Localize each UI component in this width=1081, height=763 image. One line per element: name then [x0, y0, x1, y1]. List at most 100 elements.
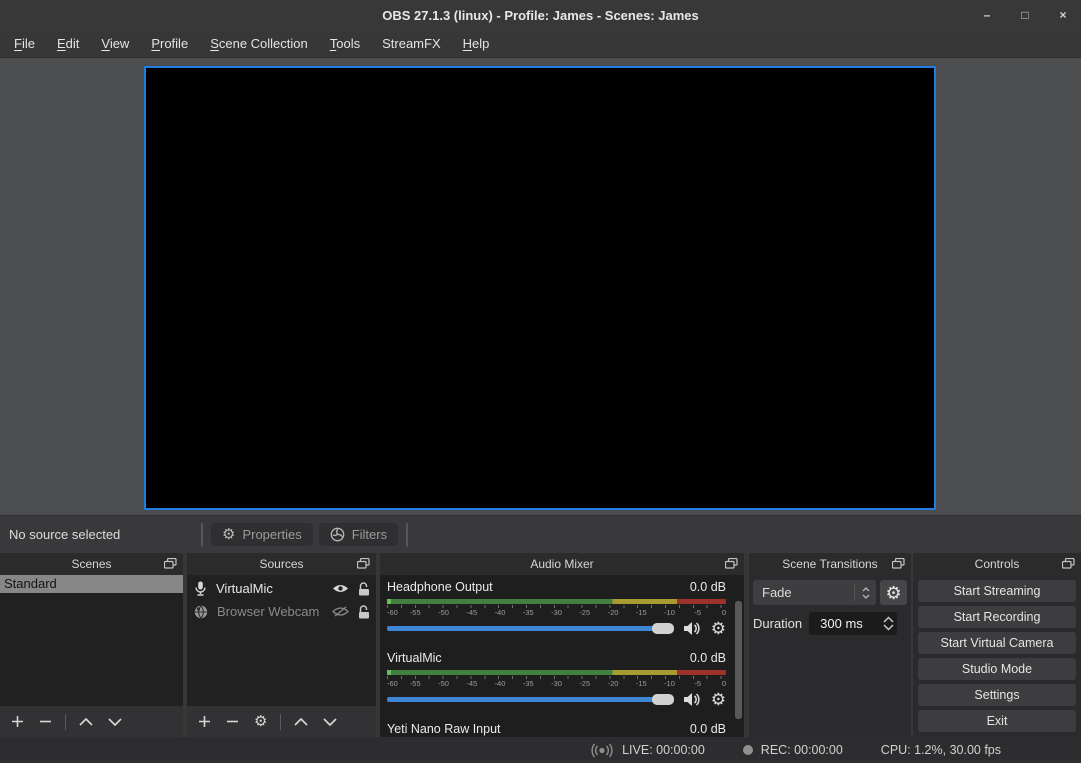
record-dot-icon [743, 745, 753, 755]
lock-open-icon[interactable] [358, 582, 370, 596]
move-scene-down-icon[interactable] [108, 718, 122, 726]
channel-gear-icon[interactable]: ⚙ [711, 691, 726, 708]
mixer-channel: Yeti Nano Raw Input 0.0 dB -60-55-50-45-… [387, 722, 726, 737]
broadcast-icon [590, 743, 614, 758]
meter-tick-label: -15 [636, 608, 647, 617]
add-scene-icon[interactable] [11, 715, 24, 728]
channel-name: Headphone Output [387, 580, 493, 597]
meter-tick-label: -50 [438, 608, 449, 617]
meter-tick-label: -55 [410, 679, 421, 688]
volume-slider[interactable] [387, 697, 674, 702]
remove-scene-icon[interactable] [39, 715, 52, 728]
control-button[interactable]: Start Streaming [918, 580, 1076, 602]
maximize-button[interactable]: □ [1017, 8, 1033, 22]
scenes-dock-header: Scenes [0, 553, 183, 575]
move-source-down-icon[interactable] [323, 718, 337, 726]
source-name: Browser Webcam [217, 604, 323, 619]
docks-area: Scenes Standard Sources [0, 553, 1081, 737]
globe-icon [194, 605, 208, 619]
lock-open-icon[interactable] [358, 605, 370, 619]
preview-canvas[interactable] [144, 66, 936, 510]
control-button[interactable]: Settings [918, 684, 1076, 706]
meter-tick-label: -55 [410, 608, 421, 617]
source-row[interactable]: VirtualMic [187, 577, 376, 600]
channel-level: 0.0 dB [690, 722, 726, 737]
toolbar-separator [65, 714, 66, 730]
meter-tick-label: -50 [438, 679, 449, 688]
title-bar: OBS 27.1.3 (linux) - Profile: James - Sc… [0, 0, 1081, 30]
control-button[interactable]: Start Virtual Camera [918, 632, 1076, 654]
speaker-icon[interactable] [683, 692, 702, 707]
chevron-up-down-icon [854, 584, 876, 601]
sources-list: VirtualMic Browser Webcam [187, 575, 376, 706]
live-status: LIVE: 00:00:00 [622, 743, 705, 757]
properties-button[interactable]: ⚙ Properties [211, 523, 313, 546]
popout-icon[interactable] [357, 558, 370, 569]
meter-tick-label: -5 [694, 608, 701, 617]
cpu-fps-status: CPU: 1.2%, 30.00 fps [881, 743, 1001, 757]
minimize-button[interactable]: – [979, 8, 995, 22]
filters-icon [330, 527, 345, 542]
menu-item[interactable]: StreamFX [371, 30, 452, 58]
hidden-eye-slash-icon[interactable] [332, 606, 349, 617]
volume-slider-handle[interactable] [652, 694, 674, 705]
channel-gear-icon[interactable]: ⚙ [711, 620, 726, 637]
source-toolbar: No source selected ⚙ Properties Filters [0, 515, 1081, 553]
rec-status: REC: 00:00:00 [761, 743, 843, 757]
transition-properties-button[interactable]: ⚙ [880, 580, 907, 605]
meter-tick-label: -5 [694, 679, 701, 688]
meter-tick-label: -25 [579, 608, 590, 617]
mixer-scrollbar[interactable] [735, 601, 742, 719]
menu-item[interactable]: Tools [319, 30, 371, 58]
filters-button[interactable]: Filters [319, 523, 398, 546]
popout-icon[interactable] [725, 558, 738, 569]
menu-item[interactable]: View [90, 30, 140, 58]
source-properties-gear-icon[interactable]: ⚙ [254, 714, 267, 729]
meter-tick-label: -45 [466, 679, 477, 688]
menu-item[interactable]: Help [452, 30, 501, 58]
duration-value: 300 ms [809, 616, 881, 631]
duration-spinbox[interactable]: 300 ms [809, 612, 897, 635]
menu-item[interactable]: Edit [46, 30, 90, 58]
control-button[interactable]: Exit [918, 710, 1076, 732]
move-source-up-icon[interactable] [294, 718, 308, 726]
channel-name: VirtualMic [387, 651, 442, 668]
menu-item[interactable]: Profile [140, 30, 199, 58]
move-scene-up-icon[interactable] [79, 718, 93, 726]
volume-meter [387, 670, 726, 675]
remove-source-icon[interactable] [226, 715, 239, 728]
visible-eye-icon[interactable] [332, 583, 349, 594]
control-button[interactable]: Start Recording [918, 606, 1076, 628]
channel-level: 0.0 dB [690, 580, 726, 597]
volume-slider-handle[interactable] [652, 623, 674, 634]
audio-mixer-dock: Audio Mixer Headphone Output 0.0 dB -60-… [380, 553, 744, 737]
sources-dock: Sources VirtualMic [187, 553, 376, 737]
meter-tick-label: -10 [664, 679, 675, 688]
menu-item[interactable]: Scene Collection [199, 30, 319, 58]
sources-dock-header: Sources [187, 553, 376, 575]
obs-window: OBS 27.1.3 (linux) - Profile: James - Sc… [0, 0, 1081, 763]
mixer-dock-title: Audio Mixer [380, 557, 744, 571]
scene-item-selected[interactable]: Standard [0, 575, 183, 593]
meter-tick-label: -20 [608, 608, 619, 617]
popout-icon[interactable] [164, 558, 177, 569]
transition-select[interactable]: Fade [753, 580, 876, 605]
popout-icon[interactable] [892, 558, 905, 569]
window-title: OBS 27.1.3 (linux) - Profile: James - Sc… [382, 8, 698, 23]
speaker-icon[interactable] [683, 621, 702, 636]
volume-slider[interactable] [387, 626, 674, 631]
control-button[interactable]: Studio Mode [918, 658, 1076, 680]
menu-bar: File Edit View Profile Scene Collection … [0, 30, 1081, 58]
controls-dock-header: Controls [913, 553, 1081, 575]
popout-icon[interactable] [1062, 558, 1075, 569]
source-row[interactable]: Browser Webcam [187, 600, 376, 623]
meter-tick-label: -35 [523, 608, 534, 617]
menu-item[interactable]: File [3, 30, 46, 58]
sources-toolbar: ⚙ [187, 706, 376, 737]
meter-tick-label: -45 [466, 608, 477, 617]
channel-level: 0.0 dB [690, 651, 726, 668]
add-source-icon[interactable] [198, 715, 211, 728]
transitions-dock-header: Scene Transitions [749, 553, 911, 575]
close-button[interactable]: × [1055, 8, 1071, 22]
spinner-arrows-icon[interactable] [881, 616, 897, 631]
